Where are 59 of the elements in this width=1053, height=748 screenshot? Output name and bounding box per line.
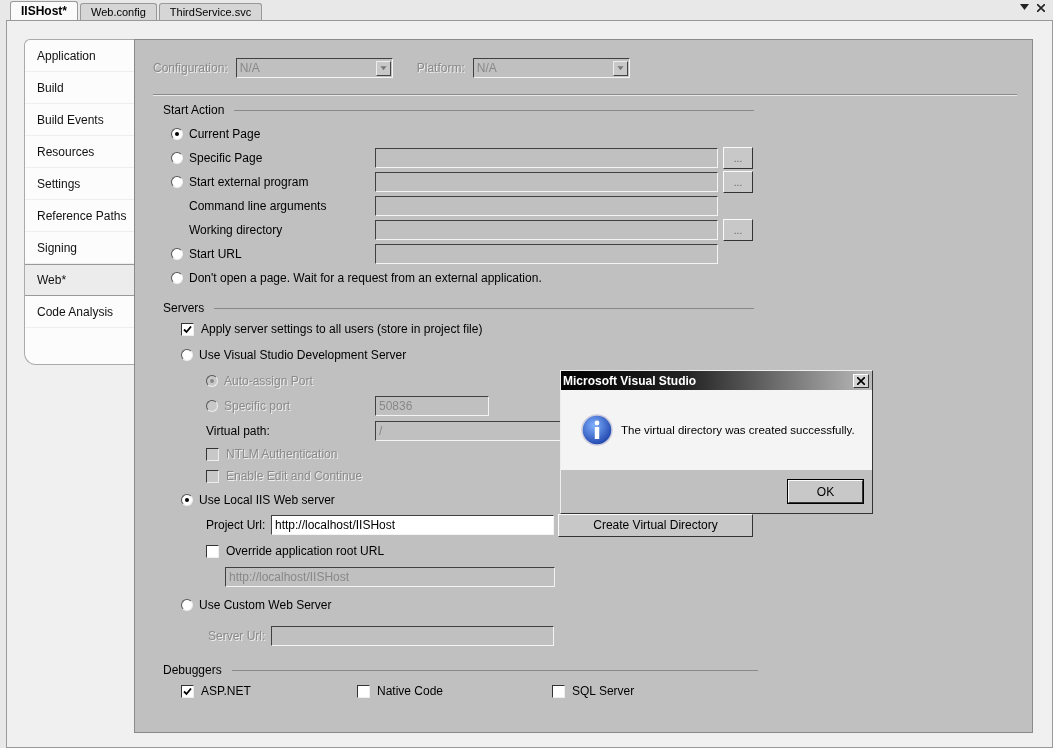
caret-icon [375, 60, 391, 76]
text-field[interactable] [375, 244, 718, 264]
text-field[interactable] [375, 196, 718, 216]
info-icon [581, 414, 613, 446]
section-heading: Debuggers [163, 663, 222, 677]
browse-button[interactable]: ... [723, 171, 753, 193]
checkbox[interactable] [181, 684, 194, 698]
url-field[interactable]: http://localhost/IISHost [271, 515, 554, 535]
option-label: Native Code [377, 684, 444, 698]
url-field[interactable] [271, 626, 554, 646]
option-label: Use Visual Studio Development Server [199, 348, 407, 362]
option-label: Use Local IIS Web server [199, 493, 335, 507]
radio-button[interactable] [181, 599, 193, 611]
checkbox[interactable] [357, 684, 370, 698]
option-label: Command line arguments [189, 199, 328, 213]
sidebar-item[interactable]: Web* [25, 264, 134, 296]
radio-button[interactable] [171, 128, 183, 140]
option-label: Start external program [189, 175, 310, 189]
close-icon [857, 376, 865, 385]
browse-button[interactable]: ... [723, 219, 753, 241]
section-heading: Servers [163, 301, 205, 315]
radio-button[interactable] [171, 176, 183, 188]
checkbox[interactable] [206, 544, 219, 558]
close-button[interactable] [853, 373, 869, 388]
dialog-title: Microsoft Visual Studio [563, 373, 697, 388]
text-field[interactable] [375, 172, 718, 192]
checkbox[interactable] [181, 322, 194, 336]
section-heading: Start Action [163, 103, 225, 117]
radio-button[interactable] [171, 248, 183, 260]
document-tab[interactable]: Web.config [80, 3, 157, 20]
option-label: Start URL [189, 247, 243, 261]
dropdown-value: N/A [239, 61, 260, 75]
dropdown-value: N/A [476, 61, 497, 75]
close-icon[interactable] [1037, 4, 1045, 12]
browse-button[interactable]: ... [723, 147, 753, 169]
option-label: Use Custom Web Server [199, 598, 332, 612]
option-label: Current Page [189, 127, 261, 141]
option-label: ASP.NET [201, 684, 251, 698]
option-label: Override application root URL [226, 544, 385, 558]
document-tab[interactable]: ThirdService.svc [158, 3, 263, 20]
radio-button[interactable] [171, 272, 183, 284]
dropdown-icon[interactable] [1020, 4, 1029, 10]
option-label: Don't open a page. Wait for a request from an external application. [189, 271, 542, 285]
option-label: Specific Page [189, 151, 264, 165]
caret-icon [612, 60, 628, 76]
option-label: Working directory [189, 223, 284, 237]
text-field[interactable] [375, 220, 718, 240]
option-label: Virtual path: [206, 424, 271, 438]
radio-button[interactable] [171, 152, 183, 164]
radio-button[interactable] [181, 349, 193, 361]
checkbox[interactable] [552, 684, 565, 698]
option-label: Apply server settings to all users (store in project file) [201, 322, 483, 336]
option-label: SQL Server [572, 684, 635, 698]
ok-button[interactable]: OK [788, 480, 863, 503]
radio-button[interactable] [181, 494, 193, 506]
option-label: Project Url: [206, 518, 267, 532]
text-field[interactable] [375, 148, 718, 168]
document-tab[interactable]: IISHost* [10, 1, 78, 20]
create-virtual-directory-button[interactable]: Create Virtual Directory [558, 513, 753, 537]
